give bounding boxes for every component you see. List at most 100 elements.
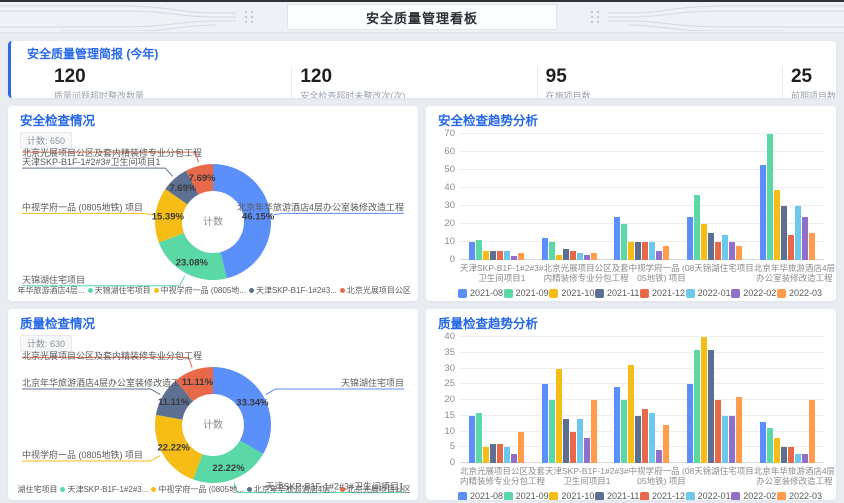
legend-item[interactable]: 2021-10: [549, 288, 594, 298]
bar[interactable]: [504, 251, 510, 260]
bar[interactable]: [628, 242, 634, 260]
legend-item[interactable]: 北京光展项目公区及套...: [340, 484, 410, 495]
bar[interactable]: [577, 253, 583, 260]
bar[interactable]: [687, 384, 693, 463]
bar[interactable]: [802, 454, 808, 463]
legend-item[interactable]: 中视学府一品 (0805地...: [151, 484, 243, 495]
legend-item[interactable]: 2022-03: [777, 288, 822, 298]
bar[interactable]: [722, 416, 728, 463]
bar[interactable]: [518, 253, 524, 260]
bar[interactable]: [614, 217, 620, 260]
bar[interactable]: [483, 251, 489, 260]
bar[interactable]: [809, 400, 815, 463]
bar[interactable]: [656, 450, 662, 463]
bar[interactable]: [694, 350, 700, 463]
bar[interactable]: [781, 447, 787, 463]
bar[interactable]: [570, 251, 576, 260]
bar[interactable]: [556, 369, 562, 464]
bar[interactable]: [563, 249, 569, 260]
bar[interactable]: [788, 447, 794, 463]
bar[interactable]: [663, 425, 669, 463]
bar[interactable]: [795, 206, 801, 260]
bar[interactable]: [542, 238, 548, 260]
bar[interactable]: [549, 400, 555, 463]
bar[interactable]: [708, 233, 714, 260]
legend-item[interactable]: 北京年华旅游酒店4层...: [247, 484, 337, 495]
bar[interactable]: [729, 242, 735, 260]
bar[interactable]: [774, 438, 780, 463]
bar[interactable]: [483, 447, 489, 463]
legend-item[interactable]: 2021-09: [504, 288, 549, 298]
bar[interactable]: [570, 432, 576, 464]
legend-item[interactable]: 2021-12: [640, 491, 685, 500]
bar[interactable]: [715, 242, 721, 260]
legend-item[interactable]: 中视学府一品 (0805地...: [154, 285, 246, 296]
bar[interactable]: [649, 413, 655, 463]
legend-item[interactable]: 天津SKP-B1F-1#2#3...: [60, 484, 148, 495]
bar[interactable]: [760, 165, 766, 260]
bar[interactable]: [469, 242, 475, 260]
bar[interactable]: [476, 240, 482, 260]
legend-item[interactable]: 2022-01: [686, 288, 731, 298]
bar[interactable]: [715, 400, 721, 463]
legend-item[interactable]: 2021-11: [595, 288, 639, 298]
bar[interactable]: [781, 206, 787, 260]
legend-item[interactable]: 北京光展项目公区及套...: [340, 285, 410, 296]
bar[interactable]: [476, 413, 482, 463]
bar[interactable]: [490, 251, 496, 260]
bar[interactable]: [584, 438, 590, 463]
legend-item[interactable]: 北京年华旅游酒店4层...: [18, 285, 85, 296]
bar[interactable]: [649, 242, 655, 260]
legend-item[interactable]: 2021-11: [595, 491, 639, 500]
legend-item[interactable]: 2021-12: [640, 288, 685, 298]
legend-item[interactable]: 天锦湖住宅项目: [88, 285, 151, 296]
bar[interactable]: [511, 454, 517, 463]
bar[interactable]: [663, 246, 669, 260]
legend-item[interactable]: 2021-08: [458, 491, 503, 500]
bar[interactable]: [635, 242, 641, 260]
bar[interactable]: [802, 217, 808, 260]
bar[interactable]: [687, 217, 693, 260]
bar[interactable]: [504, 447, 510, 463]
bar[interactable]: [656, 251, 662, 260]
bar[interactable]: [577, 419, 583, 463]
bar[interactable]: [736, 246, 742, 260]
bar[interactable]: [642, 242, 648, 260]
legend-item[interactable]: 2021-09: [504, 491, 549, 500]
bar[interactable]: [563, 419, 569, 463]
bar[interactable]: [774, 190, 780, 260]
bar[interactable]: [795, 454, 801, 463]
bar[interactable]: [635, 416, 641, 463]
bar[interactable]: [621, 224, 627, 260]
bar[interactable]: [701, 337, 707, 463]
bar[interactable]: [556, 255, 562, 260]
bar[interactable]: [490, 444, 496, 463]
bar[interactable]: [736, 397, 742, 463]
bar[interactable]: [542, 384, 548, 463]
bar[interactable]: [628, 365, 634, 463]
bar[interactable]: [767, 134, 773, 260]
bar[interactable]: [788, 235, 794, 260]
legend-item[interactable]: 2021-10: [549, 491, 594, 500]
bar[interactable]: [614, 387, 620, 463]
legend-item[interactable]: 2022-01: [686, 491, 731, 500]
legend-item[interactable]: 2022-02: [731, 491, 776, 500]
legend-item[interactable]: 天锦湖住宅项目: [18, 484, 57, 495]
legend-item[interactable]: 天津SKP-B1F-1#2#3...: [249, 285, 337, 296]
donut-slice[interactable]: [213, 367, 271, 454]
bar[interactable]: [701, 224, 707, 260]
bar[interactable]: [591, 400, 597, 463]
bar[interactable]: [497, 251, 503, 260]
bar[interactable]: [584, 255, 590, 260]
bar[interactable]: [591, 253, 597, 260]
bar[interactable]: [469, 416, 475, 463]
bar[interactable]: [511, 256, 517, 260]
bar[interactable]: [767, 428, 773, 463]
bar[interactable]: [722, 235, 728, 260]
legend-item[interactable]: 2022-02: [731, 288, 776, 298]
bar[interactable]: [760, 422, 766, 463]
bar[interactable]: [729, 416, 735, 463]
bar[interactable]: [694, 195, 700, 260]
legend-item[interactable]: 2021-08: [458, 288, 503, 298]
bar[interactable]: [809, 233, 815, 260]
